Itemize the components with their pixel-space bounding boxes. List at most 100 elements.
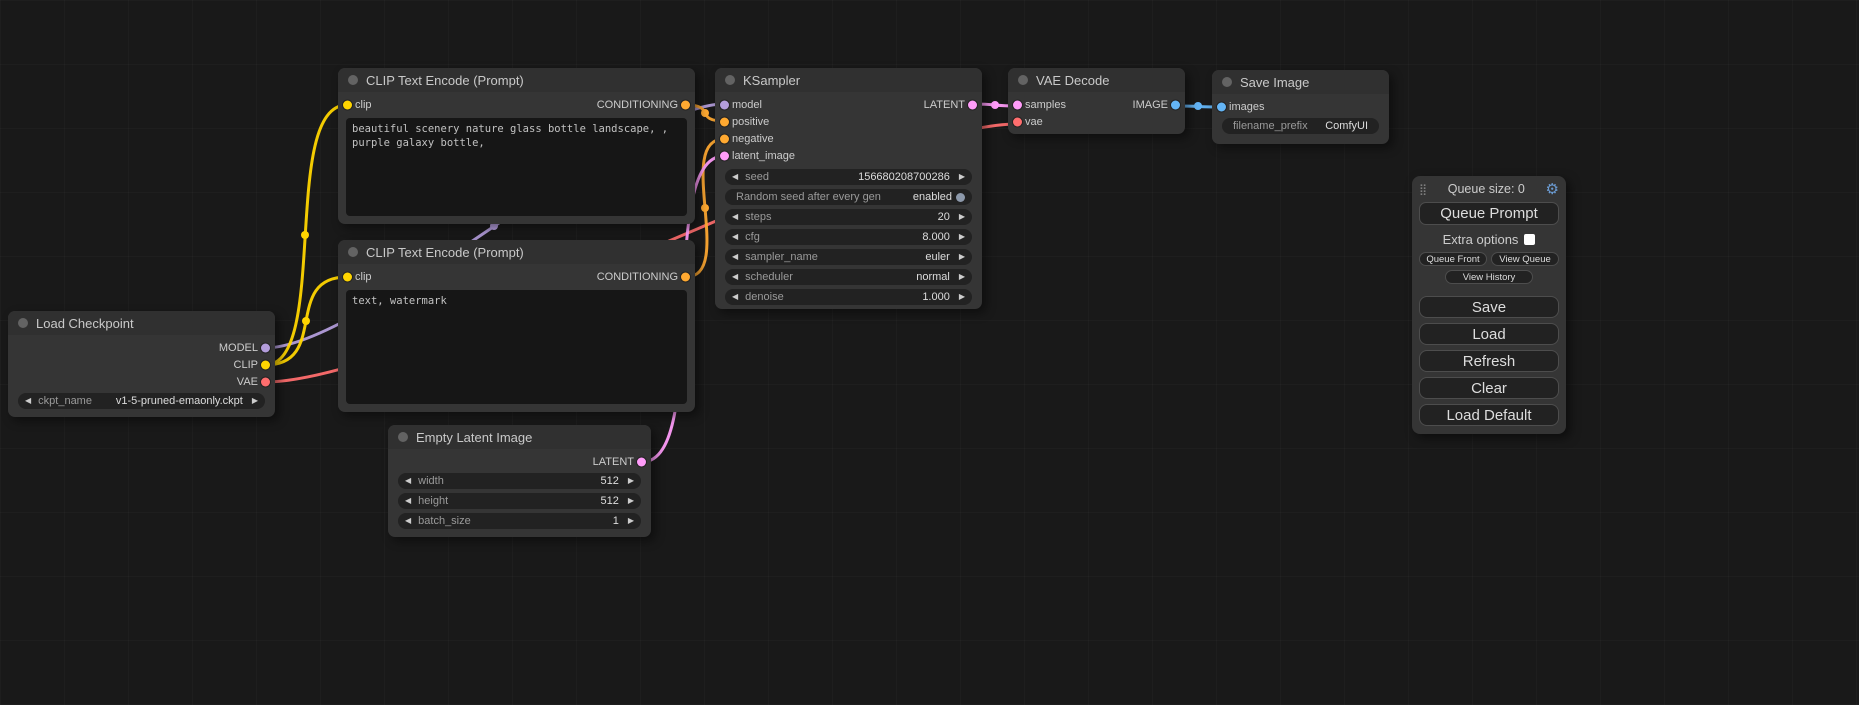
ckpt-name-widget[interactable]: ◀ ckpt_name v1-5-pruned-emaonly.ckpt ▶ — [18, 393, 265, 409]
decrement-arrow-icon[interactable]: ◀ — [732, 289, 738, 305]
view-queue-button[interactable]: View Queue — [1491, 252, 1559, 266]
image-output-dot[interactable] — [1171, 100, 1180, 109]
wire-midpoint-dot — [701, 109, 709, 117]
widget-value: 156680208700286 — [858, 171, 950, 183]
increment-arrow-icon[interactable]: ▶ — [628, 493, 634, 509]
increment-arrow-icon[interactable]: ▶ — [252, 393, 258, 409]
slot-label: negative — [732, 133, 774, 145]
decrement-arrow-icon[interactable]: ◀ — [732, 249, 738, 265]
wire-midpoint-dot — [1194, 102, 1202, 110]
vae-input-dot[interactable] — [1013, 117, 1022, 126]
random-seed-toggle-widget[interactable]: Random seed after every gen enabled — [725, 189, 972, 205]
collapse-dot-icon[interactable] — [725, 75, 735, 85]
clip-input-dot[interactable] — [343, 100, 352, 109]
collapse-dot-icon[interactable] — [1222, 77, 1232, 87]
widget-value: ComfyUI — [1325, 120, 1368, 132]
node-load-checkpoint[interactable]: Load Checkpoint MODEL CLIP VAE ◀ ckpt_na… — [8, 311, 275, 417]
slot-row: model LATENT — [715, 96, 982, 113]
widget-value: euler — [925, 251, 949, 263]
clear-button[interactable]: Clear — [1419, 377, 1559, 399]
decrement-arrow-icon[interactable]: ◀ — [405, 513, 411, 529]
increment-arrow-icon[interactable]: ▶ — [959, 229, 965, 245]
collapse-dot-icon[interactable] — [348, 75, 358, 85]
decrement-arrow-icon[interactable]: ◀ — [732, 209, 738, 225]
node-vae-decode[interactable]: VAE Decode samples IMAGE vae — [1008, 68, 1185, 134]
wire-midpoint-dot — [302, 317, 310, 325]
node-ksampler[interactable]: KSampler model LATENT positive negative … — [715, 68, 982, 309]
cfg-widget[interactable]: ◀ cfg 8.000 ▶ — [725, 229, 972, 245]
node-title-bar[interactable]: CLIP Text Encode (Prompt) — [338, 68, 695, 92]
increment-arrow-icon[interactable]: ▶ — [959, 249, 965, 265]
load-default-button[interactable]: Load Default — [1419, 404, 1559, 426]
collapse-dot-icon[interactable] — [1018, 75, 1028, 85]
increment-arrow-icon[interactable]: ▶ — [628, 513, 634, 529]
sampler-name-widget[interactable]: ◀ sampler_name euler ▶ — [725, 249, 972, 265]
extra-options-checkbox[interactable] — [1524, 234, 1535, 245]
node-title-bar[interactable]: Empty Latent Image — [388, 425, 651, 449]
positive-input-dot[interactable] — [720, 117, 729, 126]
increment-arrow-icon[interactable]: ▶ — [959, 289, 965, 305]
load-button[interactable]: Load — [1419, 323, 1559, 345]
collapse-dot-icon[interactable] — [18, 318, 28, 328]
model-input-dot[interactable] — [720, 100, 729, 109]
queue-front-button[interactable]: Queue Front — [1419, 252, 1487, 266]
decrement-arrow-icon[interactable]: ◀ — [732, 229, 738, 245]
decrement-arrow-icon[interactable]: ◀ — [732, 269, 738, 285]
latent-output-dot[interactable] — [968, 100, 977, 109]
widget-value: v1-5-pruned-emaonly.ckpt — [116, 395, 243, 407]
decrement-arrow-icon[interactable]: ◀ — [405, 473, 411, 489]
queue-prompt-button[interactable]: Queue Prompt — [1419, 202, 1559, 225]
negative-input-dot[interactable] — [720, 134, 729, 143]
increment-arrow-icon[interactable]: ▶ — [628, 473, 634, 489]
node-graph-canvas[interactable]: Load Checkpoint MODEL CLIP VAE ◀ ckpt_na… — [0, 0, 1859, 705]
samples-input-dot[interactable] — [1013, 100, 1022, 109]
prompt-textarea[interactable]: text, watermark — [346, 290, 687, 404]
decrement-arrow-icon[interactable]: ◀ — [405, 493, 411, 509]
latent-output-dot[interactable] — [637, 457, 646, 466]
denoise-widget[interactable]: ◀ denoise 1.000 ▶ — [725, 289, 972, 305]
seed-widget[interactable]: ◀ seed 156680208700286 ▶ — [725, 169, 972, 185]
decrement-arrow-icon[interactable]: ◀ — [732, 169, 738, 185]
model-output-dot[interactable] — [261, 343, 270, 352]
node-title-bar[interactable]: VAE Decode — [1008, 68, 1185, 92]
node-save-image[interactable]: Save Image images filename_prefix ComfyU… — [1212, 70, 1389, 144]
collapse-dot-icon[interactable] — [348, 247, 358, 257]
conditioning-output-dot[interactable] — [681, 100, 690, 109]
filename-prefix-widget[interactable]: filename_prefix ComfyUI — [1222, 118, 1379, 134]
settings-gear-icon[interactable]: ⚙ — [1546, 180, 1559, 198]
increment-arrow-icon[interactable]: ▶ — [959, 209, 965, 225]
collapse-dot-icon[interactable] — [398, 432, 408, 442]
images-input-dot[interactable] — [1217, 102, 1226, 111]
prompt-textarea[interactable]: beautiful scenery nature glass bottle la… — [346, 118, 687, 216]
toggle-dot-icon[interactable] — [956, 193, 965, 202]
save-button[interactable]: Save — [1419, 296, 1559, 318]
scheduler-widget[interactable]: ◀ scheduler normal ▶ — [725, 269, 972, 285]
vae-output-dot[interactable] — [261, 377, 270, 386]
batch-size-widget[interactable]: ◀ batch_size 1 ▶ — [398, 513, 641, 529]
node-empty-latent-image[interactable]: Empty Latent Image LATENT ◀ width 512 ▶ … — [388, 425, 651, 537]
height-widget[interactable]: ◀ height 512 ▶ — [398, 493, 641, 509]
node-clip-text-encode-positive[interactable]: CLIP Text Encode (Prompt) clip CONDITION… — [338, 68, 695, 224]
slot-label: positive — [732, 116, 769, 128]
steps-widget[interactable]: ◀ steps 20 ▶ — [725, 209, 972, 225]
node-title-bar[interactable]: Save Image — [1212, 70, 1389, 94]
increment-arrow-icon[interactable]: ▶ — [959, 169, 965, 185]
queue-actions-row: Queue Front View Queue — [1419, 252, 1559, 266]
increment-arrow-icon[interactable]: ▶ — [959, 269, 965, 285]
input-slot-vae: vae — [1008, 113, 1185, 130]
refresh-button[interactable]: Refresh — [1419, 350, 1559, 372]
widget-value: 512 — [600, 495, 618, 507]
width-widget[interactable]: ◀ width 512 ▶ — [398, 473, 641, 489]
conditioning-output-dot[interactable] — [681, 272, 690, 281]
node-clip-text-encode-negative[interactable]: CLIP Text Encode (Prompt) clip CONDITION… — [338, 240, 695, 412]
decrement-arrow-icon[interactable]: ◀ — [25, 393, 31, 409]
latent-image-input-dot[interactable] — [720, 151, 729, 160]
output-slot-latent: LATENT — [388, 453, 651, 470]
node-title-bar[interactable]: KSampler — [715, 68, 982, 92]
drag-handle-icon[interactable]: ⣿ — [1419, 183, 1427, 196]
clip-output-dot[interactable] — [261, 360, 270, 369]
view-history-button[interactable]: View History — [1445, 270, 1533, 284]
node-title-bar[interactable]: Load Checkpoint — [8, 311, 275, 335]
clip-input-dot[interactable] — [343, 272, 352, 281]
node-title-bar[interactable]: CLIP Text Encode (Prompt) — [338, 240, 695, 264]
